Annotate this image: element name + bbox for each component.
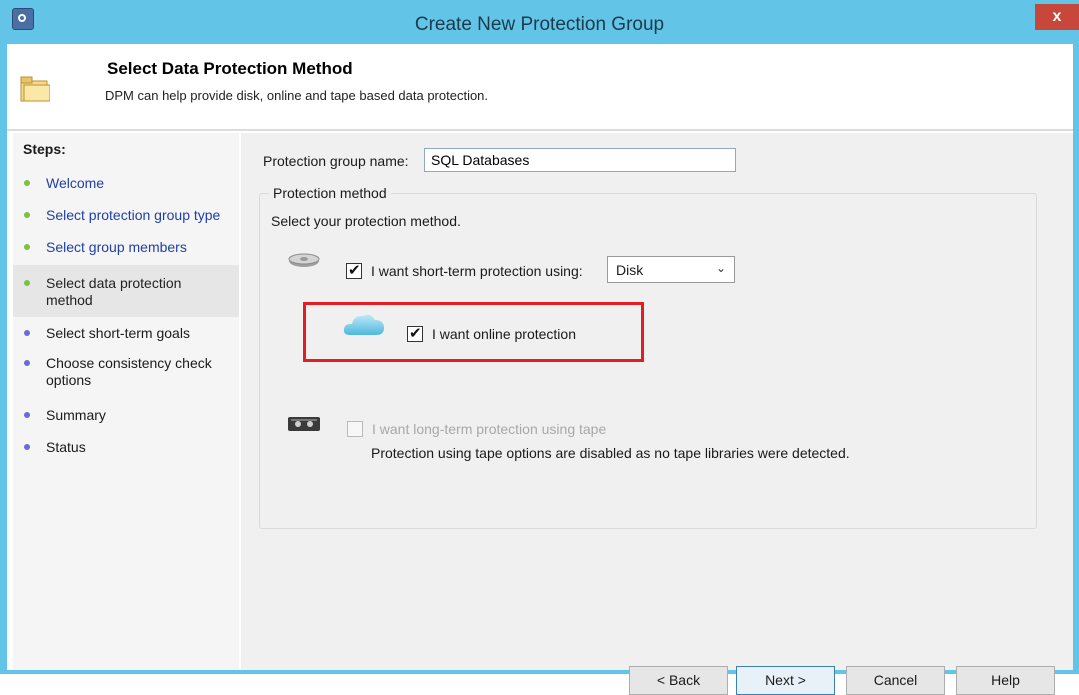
group-name-input[interactable] (424, 148, 736, 172)
step-label: Status (46, 439, 86, 455)
method-prompt: Select your protection method. (271, 213, 461, 229)
step-complete-icon (24, 280, 30, 286)
page-subtitle: DPM can help provide disk, online and ta… (105, 88, 489, 103)
step-choose-consistency-check-options[interactable]: Choose consistency check options (13, 355, 239, 395)
step-select-group-members[interactable]: Select group members (13, 239, 239, 263)
short-term-checkbox[interactable] (346, 261, 362, 279)
steps-title: Steps: (23, 141, 66, 157)
step-select-data-protection-method[interactable]: Select data protection method (13, 265, 239, 317)
step-complete-icon (24, 244, 30, 250)
online-protection-label: I want online protection (432, 326, 576, 342)
window-title: Create New Protection Group (414, 14, 665, 35)
step-select-protection-group-type[interactable]: Select protection group type (13, 207, 239, 231)
step-label: Select protection group type (46, 207, 221, 223)
step-label: Select data protection method (46, 275, 182, 308)
dialog-client: Select Data Protection Method DPM can he… (7, 44, 1073, 695)
page-title: Select Data Protection Method (107, 59, 353, 78)
next-button[interactable]: Next > (736, 666, 835, 695)
cloud-icon (343, 314, 384, 335)
steps-panel: Steps: Welcome Select protection group t… (13, 133, 239, 670)
step-welcome[interactable]: Welcome (13, 175, 239, 199)
wizard-header: Select Data Protection Method DPM can he… (7, 44, 1073, 129)
tape-icon (288, 417, 320, 431)
short-term-method-select[interactable]: Disk ⌄ (607, 256, 735, 283)
title-bar: Create New Protection Group x (0, 0, 1079, 44)
step-pending-icon (24, 360, 30, 366)
step-pending-icon (24, 412, 30, 418)
step-summary[interactable]: Summary (13, 407, 239, 431)
step-pending-icon (24, 444, 30, 450)
dialog-window: Create New Protection Group x Select Dat… (0, 0, 1079, 695)
step-complete-icon (24, 212, 30, 218)
folder-icon (20, 76, 50, 102)
step-label: Select short-term goals (46, 325, 190, 341)
step-pending-icon (24, 330, 30, 336)
tape-protection-label: I want long-term protection using tape (372, 421, 607, 437)
header-divider (7, 129, 1073, 131)
tape-disabled-note: Protection using tape options are disabl… (371, 445, 850, 461)
online-protection-checkbox[interactable] (407, 324, 423, 342)
step-label: Welcome (46, 175, 105, 191)
step-select-short-term-goals[interactable]: Select short-term goals (13, 325, 239, 349)
disk-icon (288, 253, 320, 267)
step-label: Choose consistency check options (46, 355, 212, 388)
protection-method-title: Protection method (269, 185, 391, 201)
back-button[interactable]: < Back (629, 666, 728, 695)
step-label: Select group members (46, 239, 187, 255)
select-value: Disk (616, 262, 644, 278)
close-button[interactable]: x (1035, 4, 1079, 30)
chevron-down-icon: ⌄ (715, 261, 726, 275)
short-term-label: I want short-term protection using: (371, 263, 583, 279)
main-panel: Protection group name: Protection method… (241, 133, 1073, 695)
help-button[interactable]: Help (956, 666, 1055, 695)
group-name-label: Protection group name: (263, 153, 409, 169)
cancel-button[interactable]: Cancel (846, 666, 945, 695)
step-status[interactable]: Status (13, 439, 239, 463)
step-label: Summary (46, 407, 106, 423)
step-complete-icon (24, 180, 30, 186)
tape-checkbox[interactable] (347, 421, 363, 437)
